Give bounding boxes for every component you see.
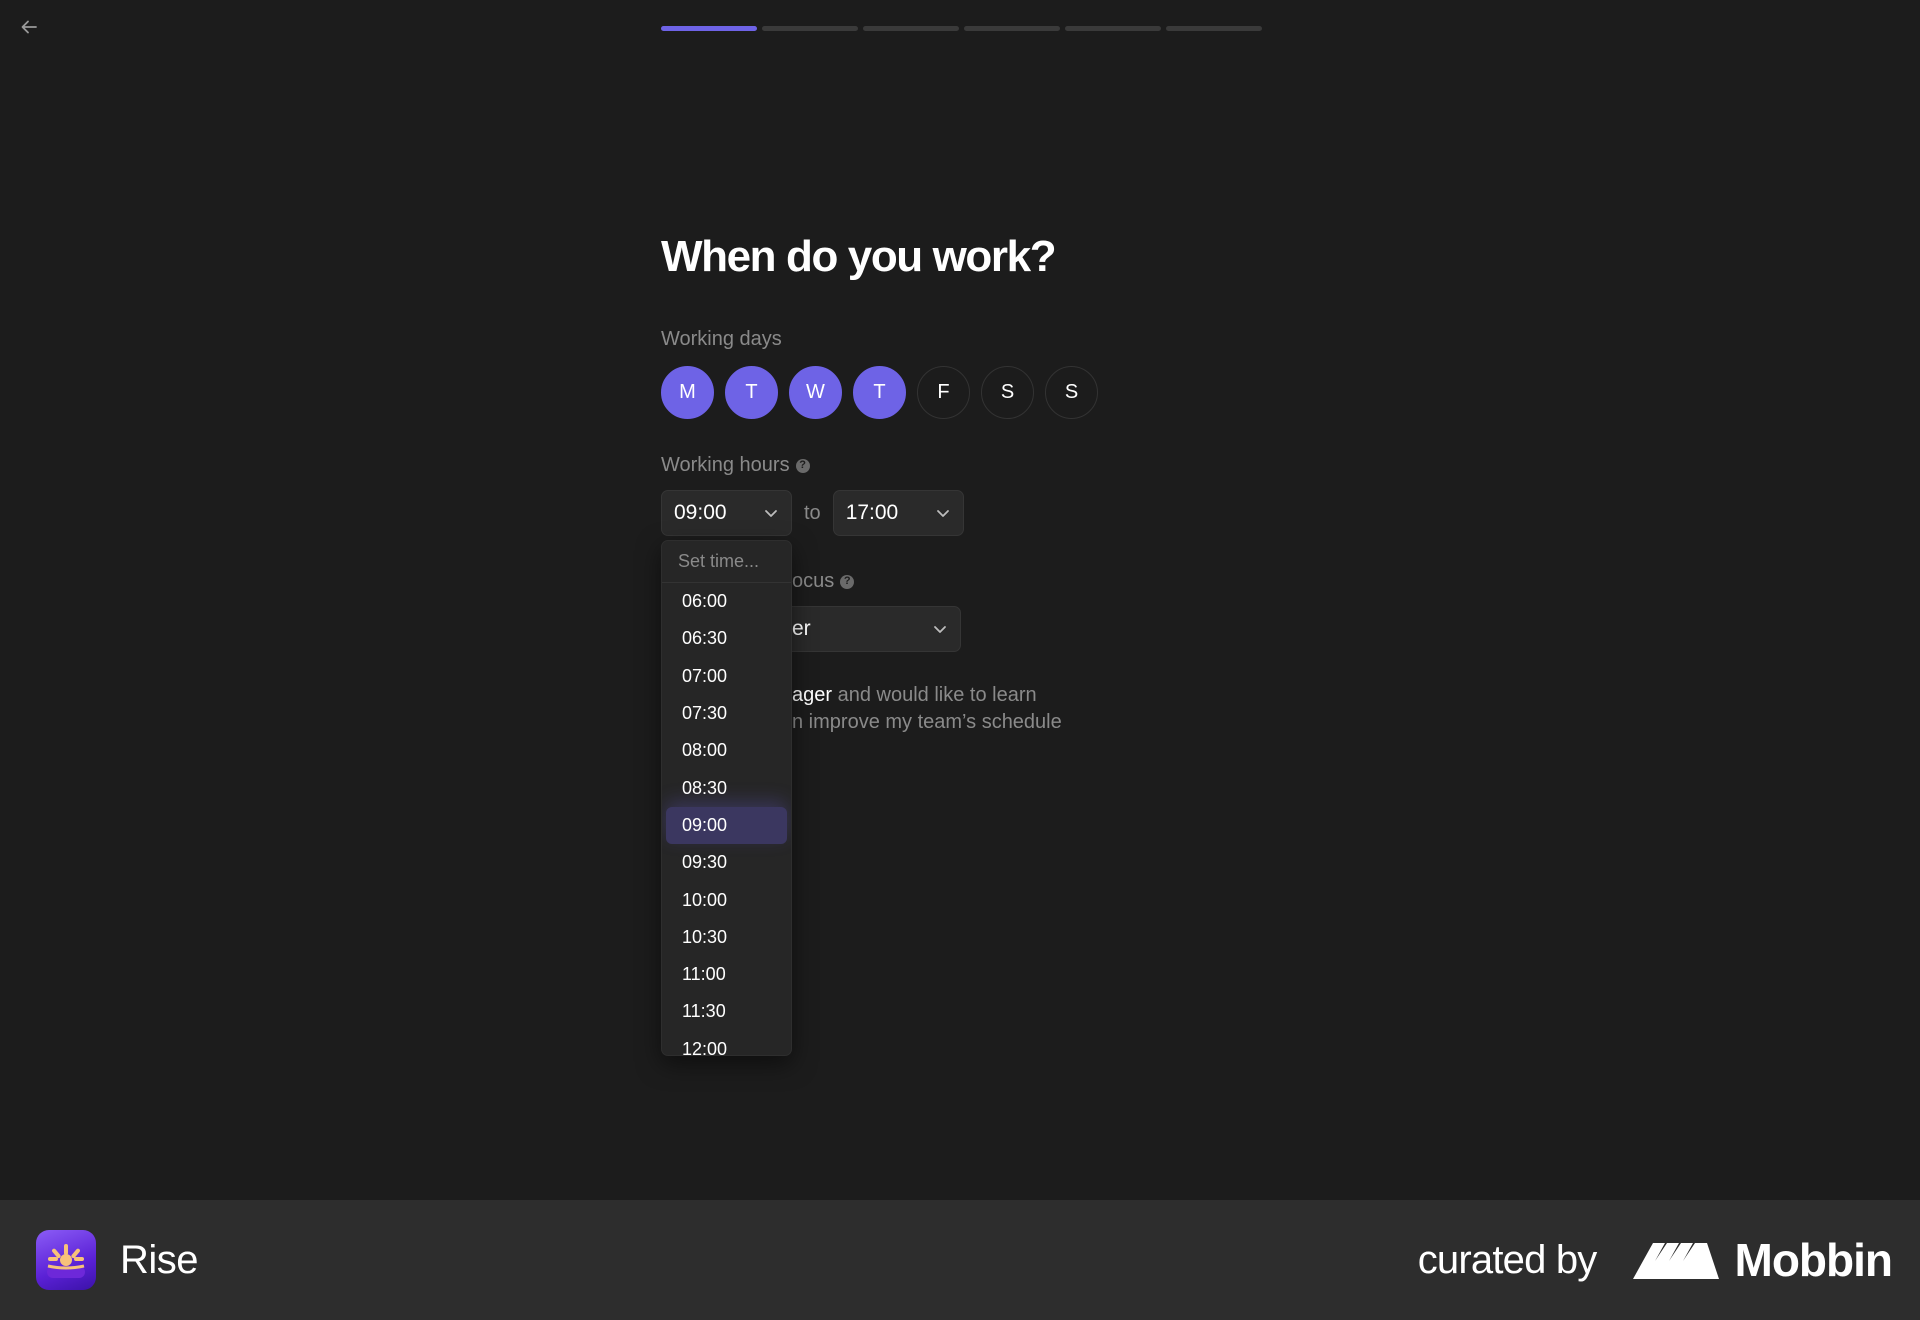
app-name: Rise: [120, 1237, 199, 1282]
page-title: When do you work?: [661, 232, 1057, 281]
day-toggle[interactable]: M: [661, 366, 714, 419]
time-dropdown: Set time... 06:00 06:30 07:00 07:30 08:00 08:…: [661, 540, 792, 1056]
progress-segment: [762, 26, 858, 31]
time-option[interactable]: 06:30: [666, 620, 787, 657]
working-hours-label-text: Working hours: [661, 454, 790, 476]
time-option[interactable]: 06:00: [666, 583, 787, 620]
start-time-select[interactable]: 09:00: [661, 490, 792, 536]
arrow-left-icon: [21, 20, 37, 34]
mobbin-brand: Mobbin: [1631, 1233, 1893, 1287]
help-icon[interactable]: ?: [840, 574, 855, 589]
time-option[interactable]: 08:30: [666, 769, 787, 806]
curated-by-text: curated by: [1417, 1237, 1598, 1282]
onboarding-screen: When do you work? Working days MTWTFSS W…: [0, 0, 1920, 1200]
progress-bar: [661, 26, 1262, 31]
back-button[interactable]: [16, 14, 42, 40]
progress-segment: [964, 26, 1060, 31]
time-option[interactable]: 11:00: [666, 956, 787, 993]
day-toggle[interactable]: S: [1045, 366, 1098, 419]
time-option[interactable]: 09:00: [666, 806, 787, 845]
time-option[interactable]: 11:30: [666, 993, 787, 1030]
day-toggle[interactable]: T: [853, 366, 906, 419]
time-option[interactable]: 08:00: [666, 732, 787, 769]
day-toggle[interactable]: T: [725, 366, 778, 419]
time-option[interactable]: 07:30: [666, 695, 787, 732]
end-time-value: 17:00: [845, 501, 899, 524]
working-days-picker: MTWTFSS: [661, 366, 1098, 419]
manager-text-rest: and would like to learn: [832, 684, 1037, 706]
time-option[interactable]: 12:00: [666, 1031, 787, 1055]
progress-segment: [1065, 26, 1161, 31]
end-time-select[interactable]: 17:00: [832, 490, 964, 536]
time-option[interactable]: 10:00: [666, 881, 787, 918]
app-brand: Rise: [36, 1230, 199, 1290]
start-time-value: 09:00: [674, 501, 727, 524]
progress-segment: [1166, 26, 1262, 31]
main-content: When do you work? Working days MTWTFSS W…: [661, 230, 1181, 733]
manager-text-strong: ager: [792, 684, 833, 706]
day-toggle[interactable]: F: [917, 366, 970, 419]
time-option[interactable]: 10:30: [666, 919, 787, 956]
curated-by-mobbin: curated by Mobbin: [1417, 1233, 1893, 1287]
time-option[interactable]: 09:30: [666, 844, 787, 881]
help-icon[interactable]: ?: [795, 458, 810, 473]
mobbin-name: Mobbin: [1734, 1234, 1893, 1286]
set-time-input[interactable]: Set time...: [662, 541, 791, 583]
rise-logo-icon: [36, 1230, 96, 1290]
time-option[interactable]: 07:00: [666, 658, 787, 695]
manager-text-line2: n improve my team’s schedule: [792, 711, 1062, 733]
working-hours-label: Working hours ?: [661, 454, 810, 477]
chevron-down-icon: [936, 510, 949, 517]
progress-segment: [863, 26, 959, 31]
time-options-list: 06:00 06:30 07:00 07:30 08:00 08:30 09:00 09:30…: [662, 583, 791, 1055]
chevron-down-icon: [934, 626, 946, 633]
work-focus-label-text: ocus: [792, 570, 835, 592]
to-label: to: [804, 501, 821, 524]
day-toggle[interactable]: W: [789, 366, 842, 419]
working-days-label: Working days: [661, 328, 782, 351]
footer-bar: Rise curated by Mobbin: [0, 1200, 1920, 1320]
progress-segment: [661, 26, 757, 31]
working-hours-row: 09:00 to 17:00: [661, 490, 964, 536]
day-toggle[interactable]: S: [981, 366, 1034, 419]
mobbin-logo-icon: [1632, 1243, 1719, 1279]
working-days-label-text: Working days: [661, 328, 782, 350]
chevron-down-icon: [765, 510, 777, 517]
